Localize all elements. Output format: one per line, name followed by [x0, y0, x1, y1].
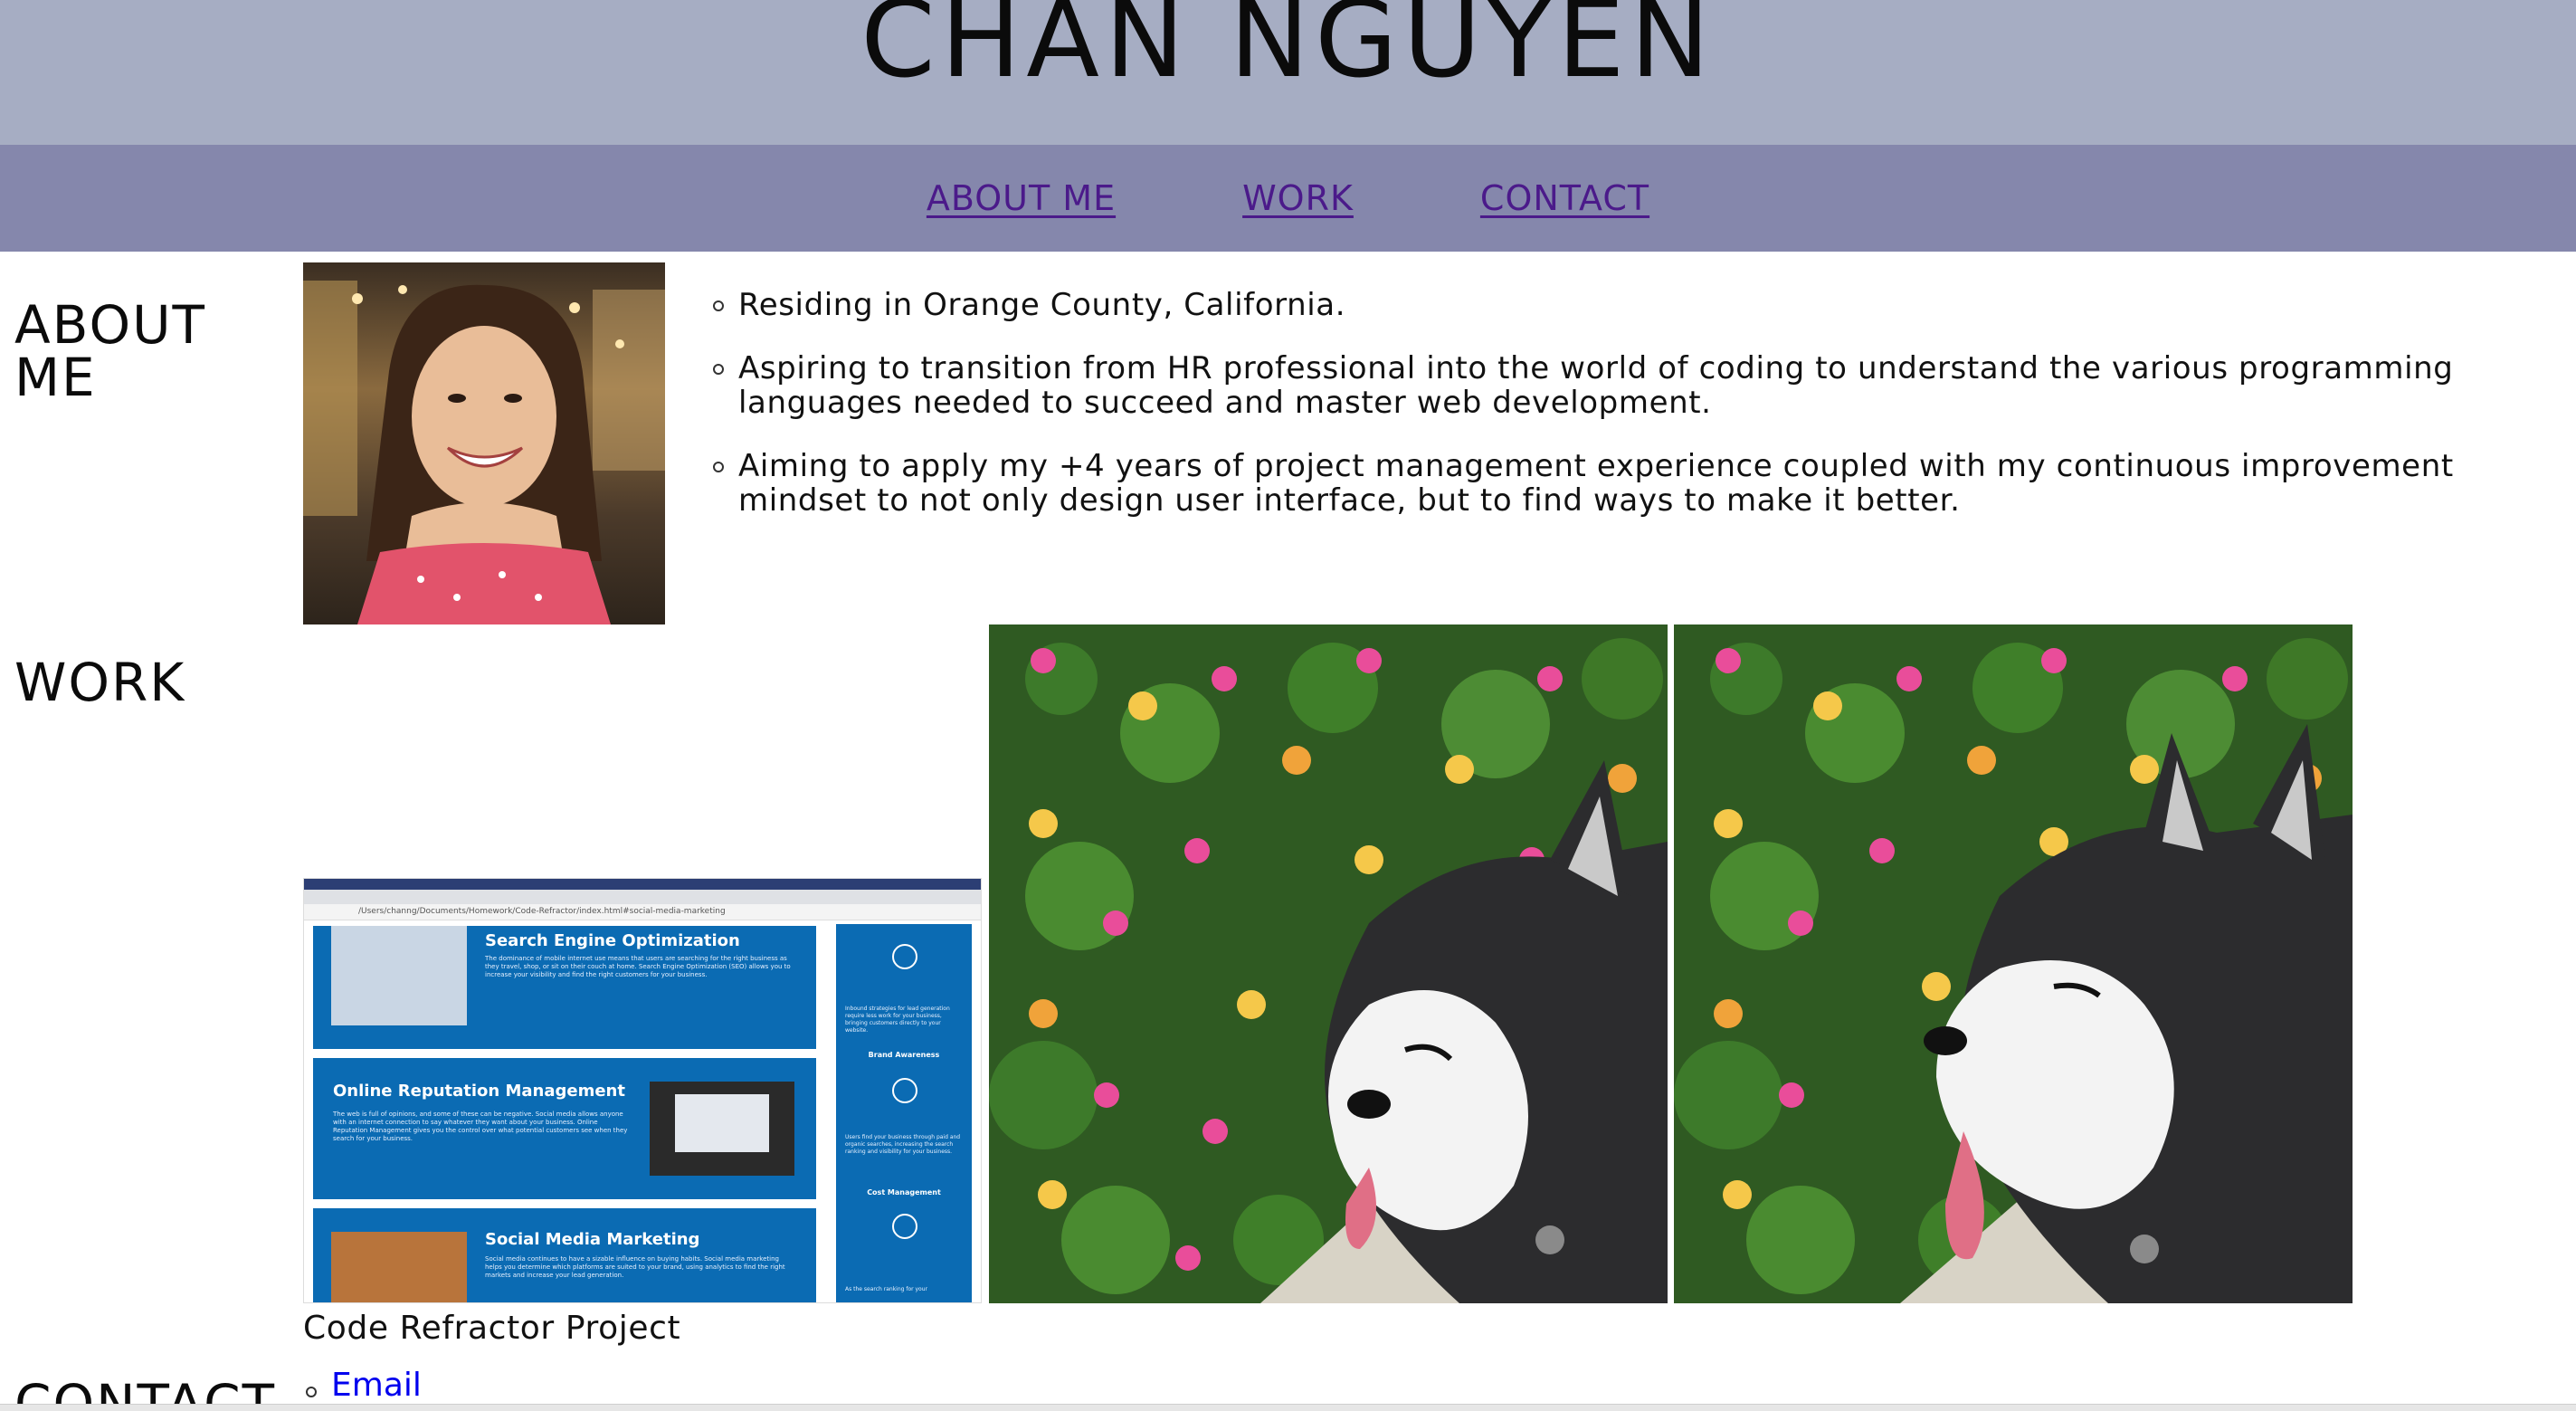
contact-item: Email	[306, 1367, 422, 1404]
screenshot-card-body: Social media continues to have a sizable…	[485, 1255, 785, 1279]
work-project-screenshot[interactable]: /Users/channg/Documents/Homework/Code-Re…	[303, 878, 982, 1303]
smm-card-image	[331, 1232, 467, 1302]
seo-card-image	[331, 926, 467, 1025]
lightbulb-icon	[892, 944, 917, 969]
portfolio-page: CHAN NGUYEN ABOUT ME WORK CONTACT ABOUT …	[0, 0, 2576, 1411]
screenshot-card-title: Online Reputation Management	[333, 1082, 625, 1101]
about-bullet: Residing in Orange County, California.	[713, 287, 2552, 323]
screenshot-card: Search Engine Optimization The dominance…	[311, 924, 818, 1051]
husky-photo-illustration	[989, 624, 1668, 1303]
screenshot-menu-bar	[304, 879, 981, 890]
screenshot-card-title: Social Media Marketing	[485, 1230, 700, 1249]
about-list: Residing in Orange County, California. A…	[713, 287, 2552, 547]
bullet-circle-icon	[713, 364, 724, 375]
nav-link-work[interactable]: WORK	[1242, 178, 1354, 218]
about-bullet-text: Residing in Orange County, California.	[738, 287, 1346, 323]
screenshot-side-body: Users find your business through paid an…	[845, 1134, 961, 1155]
megaphone-icon	[892, 1078, 917, 1103]
profile-photo	[303, 262, 665, 624]
profile-photo-illustration	[303, 262, 665, 624]
gear-icon	[892, 1214, 917, 1239]
nav-link-contact[interactable]: CONTACT	[1480, 178, 1649, 218]
work-caption: Code Refractor Project	[303, 1310, 681, 1347]
screenshot-card-title: Search Engine Optimization	[485, 931, 740, 950]
screenshot-tab-bar	[304, 890, 981, 904]
site-header: CHAN NGUYEN	[0, 0, 2576, 145]
bullet-circle-icon	[306, 1387, 317, 1397]
screenshot-side-body: As the search ranking for your	[845, 1286, 927, 1292]
screenshot-card: Online Reputation Management The web is …	[311, 1056, 818, 1201]
email-link[interactable]: Email	[331, 1367, 422, 1404]
husky-photo	[1674, 624, 2353, 1303]
about-bullet: Aiming to apply my +4 years of project m…	[713, 448, 2552, 519]
bullet-circle-icon	[713, 300, 724, 311]
nav-link-about-me[interactable]: ABOUT ME	[927, 178, 1116, 218]
contact-list: Email	[306, 1367, 422, 1404]
husky-photo-illustration	[1674, 624, 2353, 1303]
screenshot-side-body: Inbound strategies for lead generation r…	[845, 1006, 950, 1034]
screenshot-url: /Users/channg/Documents/Homework/Code-Re…	[358, 907, 726, 916]
screenshot-side-label: Brand Awareness	[868, 1051, 940, 1059]
site-title: CHAN NGUYEN	[860, 0, 1716, 101]
screenshot-url-bar: /Users/channg/Documents/Homework/Code-Re…	[304, 904, 981, 920]
husky-photo	[989, 624, 1668, 1303]
laptop-screen	[675, 1094, 769, 1152]
screenshot-side-label: Cost Management	[867, 1188, 941, 1196]
horizontal-scrollbar[interactable]	[0, 1404, 2576, 1411]
work-heading: WORK	[14, 652, 186, 713]
screenshot-sidebar: Inbound strategies for lead generation r…	[836, 924, 972, 1302]
about-bullet-text: Aspiring to transition from HR professio…	[738, 350, 2454, 421]
about-heading: ABOUT ME	[14, 294, 206, 408]
screenshot-card-body: The dominance of mobile internet use mea…	[485, 955, 791, 978]
bullet-circle-icon	[713, 462, 724, 472]
main-nav: ABOUT ME WORK CONTACT	[0, 145, 2576, 252]
about-bullet: Aspiring to transition from HR professio…	[713, 350, 2552, 421]
orm-card-image	[650, 1082, 794, 1176]
screenshot-card-body: The web is full of opinions, and some of…	[333, 1111, 628, 1142]
screenshot-card: Social Media Marketing Social media cont…	[311, 1206, 818, 1302]
screenshot-content: Search Engine Optimization The dominance…	[311, 924, 975, 1302]
about-bullet-text: Aiming to apply my +4 years of project m…	[738, 448, 2454, 519]
